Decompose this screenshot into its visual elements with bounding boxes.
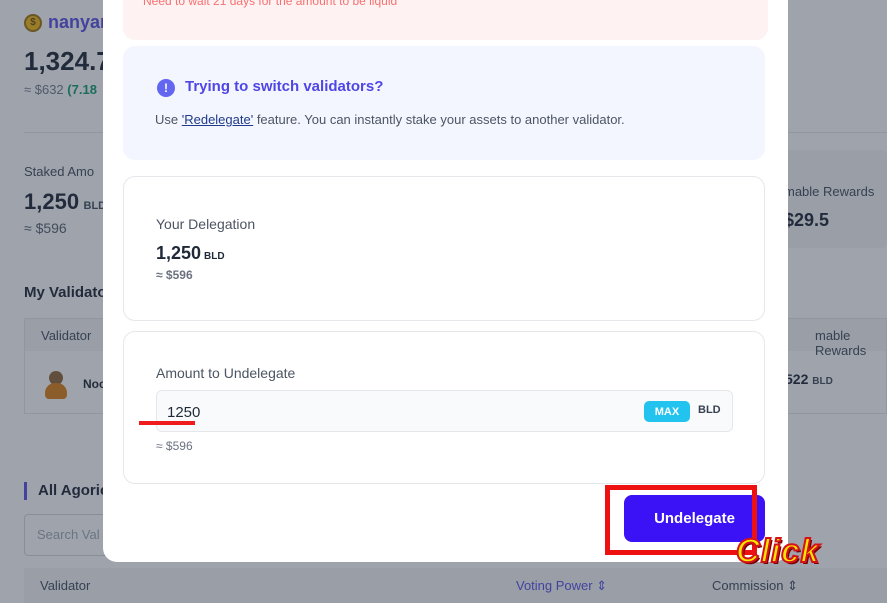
redelegate-info-box: ! Trying to switch validators? Use 'Rede… xyxy=(123,46,765,160)
exclamation-icon: ! xyxy=(157,79,175,97)
max-button[interactable]: MAX xyxy=(644,401,690,422)
amount-label: Amount to Undelegate xyxy=(156,365,296,381)
amount-input[interactable] xyxy=(167,401,627,423)
your-delegation-card: Your Delegation 1,250 BLD ≈ $596 xyxy=(123,176,765,321)
info-desc-prefix: Use xyxy=(155,112,182,127)
info-title: Trying to switch validators? xyxy=(185,78,384,95)
info-desc-suffix: feature. You can instantly stake your as… xyxy=(253,112,625,127)
delegation-label: Your Delegation xyxy=(156,216,256,232)
highlight-box xyxy=(605,485,757,555)
warning-text: Need to wait 21 days for the amount to b… xyxy=(143,0,398,8)
undelegate-modal: Need to wait 21 days for the amount to b… xyxy=(103,0,788,562)
redelegate-link[interactable]: 'Redelegate' xyxy=(182,112,253,127)
click-annotation: Click xyxy=(735,531,820,570)
info-description: Use 'Redelegate' feature. You can instan… xyxy=(155,112,625,127)
delegation-unit: BLD xyxy=(204,251,225,262)
delegation-value: 1,250 xyxy=(156,243,202,263)
amount-usd: ≈ $596 xyxy=(156,439,193,453)
amount-card: Amount to Undelegate MAX BLD ≈ $596 xyxy=(123,331,765,484)
delegation-usd: ≈ $596 xyxy=(156,268,193,282)
amount-unit: BLD xyxy=(698,404,721,416)
delegation-amount: 1,250 BLD xyxy=(156,243,225,264)
input-underline-annotation xyxy=(139,421,195,425)
amount-field: MAX BLD xyxy=(156,390,733,432)
